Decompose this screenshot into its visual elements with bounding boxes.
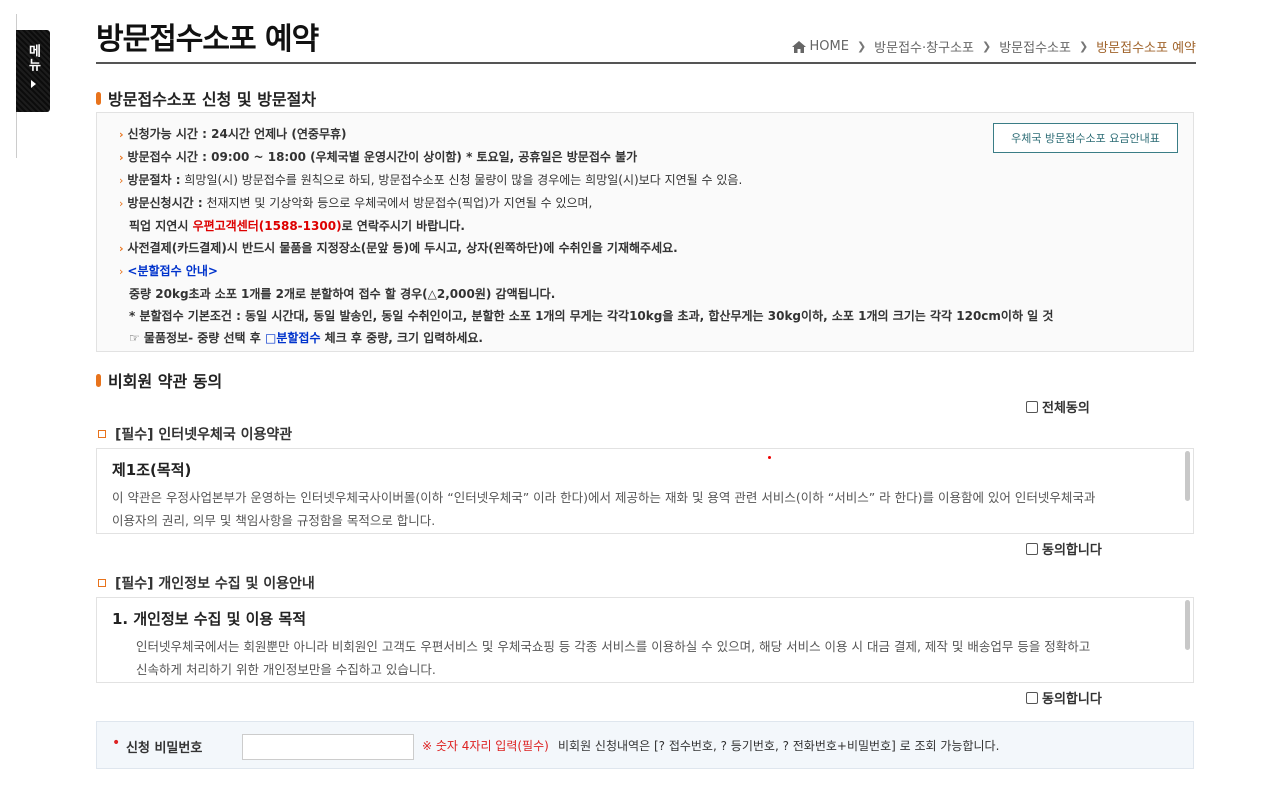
- page-title: 방문접수소포 예약: [96, 22, 319, 57]
- content-wrapper: 방문접수소포 예약 HOME ❯ 방문접수·창구소포 ❯ 방문접수소포 ❯ 방문…: [96, 0, 1196, 769]
- chevron-right-icon: ❯: [856, 40, 867, 53]
- chevron-right-icon: ❯: [981, 40, 992, 53]
- fee-guide-button[interactable]: 우체국 방문접수소포 요금안내표: [993, 123, 1178, 153]
- chevron-right-icon: ›: [119, 174, 124, 187]
- side-menu-label: 메뉴: [25, 44, 41, 72]
- terms-heading: 1. 개인정보 수집 및 이용 목적: [112, 610, 307, 628]
- section-title-text: 방문접수소포 신청 및 방문절차: [108, 90, 317, 109]
- page-header: 방문접수소포 예약 HOME ❯ 방문접수·창구소포 ❯ 방문접수소포 ❯ 방문…: [96, 0, 1196, 64]
- agree-service-terms-checkbox[interactable]: 동의합니다: [1026, 539, 1102, 558]
- scrollbar-thumb[interactable]: [1185, 600, 1190, 650]
- terms-text: 이용자의 권리, 의무 및 책임사항을 규정함을 목적으로 합니다.: [112, 513, 436, 528]
- chevron-right-icon: [30, 80, 36, 88]
- terms-text: 신속하게 처리하기 위한 개인정보만을 수집하고 있습니다.: [136, 662, 436, 677]
- terms-title-text: [필수] 인터넷우체국 이용약관: [115, 427, 293, 443]
- password-input[interactable]: [242, 734, 414, 760]
- required-icon: •: [112, 735, 121, 751]
- notice-line: › 방문신청시간 : 천재지변 및 기상악화 등으로 우체국에서 방문접수(픽업)…: [119, 196, 593, 210]
- password-label: 신청 비밀번호: [126, 741, 203, 756]
- breadcrumb-item[interactable]: 방문접수소포: [999, 37, 1071, 56]
- notice-line: * 분할접수 기본조건 : 동일 시간대, 동일 발송인, 동일 수취인이고, …: [129, 309, 1054, 323]
- chevron-right-icon: ❯: [1078, 40, 1089, 53]
- terms-text: 이 약관은 우정사업본부가 운영하는 인터넷우체국사이버몰(이하 “인터넷우체국…: [112, 490, 1096, 505]
- split-notice-heading: <분할접수 안내>: [127, 264, 218, 278]
- home-icon: [791, 40, 806, 53]
- notice-line: 픽업 지연시 우편고객센터(1588-1300)로 연락주시기 바랍니다.: [129, 219, 465, 233]
- notice-line: › 사전결제(카드결제)시 반드시 물품을 지정장소(문앞 등)에 두시고, 상자…: [119, 241, 678, 255]
- customer-center-text: 우편고객센터(1588-1300): [192, 219, 342, 233]
- chevron-right-icon: ›: [119, 128, 124, 141]
- password-row: • 신청 비밀번호 ※ 숫자 4자리 입력(필수) 비회원 신청내역은 [? 접…: [96, 721, 1194, 769]
- agree-privacy-checkbox[interactable]: 동의합니다: [1026, 688, 1102, 707]
- terms-heading: 제1조(목적): [112, 461, 192, 479]
- checkbox-icon[interactable]: [1026, 400, 1038, 413]
- chevron-right-icon: ›: [119, 265, 124, 278]
- red-dot-marker: [768, 456, 771, 459]
- notice-line: 중량 20kg초과 소포 1개를 2개로 분할하여 접수 할 경우(△2,000…: [129, 287, 556, 301]
- notice-line: › 방문절차 : 희망일(시) 방문접수를 원칙으로 하되, 방문접수소포 신청 …: [119, 173, 743, 187]
- terms-title-privacy: [필수] 개인정보 수집 및 이용안내: [98, 573, 315, 593]
- agree-all-label: 전체동의: [1042, 401, 1090, 416]
- square-bullet-icon: [98, 579, 106, 587]
- terms-text: 인터넷우체국에서는 회원뿐만 아니라 비회원인 고객도 우편서비스 및 우체국쇼…: [136, 639, 1091, 654]
- notice-line: › <분할접수 안내>: [119, 260, 1193, 283]
- agree-label: 동의합니다: [1042, 543, 1102, 558]
- notice-box: 우체국 방문접수소포 요금안내표 › 신청가능 시간 : 24시간 언제나 (연중…: [96, 112, 1194, 352]
- agree-all-checkbox[interactable]: 전체동의: [1026, 397, 1090, 416]
- chevron-right-icon: ›: [119, 151, 124, 164]
- side-menu-toggle[interactable]: 메뉴: [16, 30, 50, 112]
- bullet-icon: [96, 373, 101, 387]
- chevron-right-icon: ›: [119, 197, 124, 210]
- section-title-terms: 비회원 약관 동의: [96, 368, 222, 392]
- section-title-procedure: 방문접수소포 신청 및 방문절차: [96, 86, 316, 110]
- terms-box-service[interactable]: 제1조(목적) 이 약관은 우정사업본부가 운영하는 인터넷우체국사이버몰(이하…: [96, 448, 1194, 534]
- section-title-text: 비회원 약관 동의: [108, 372, 223, 391]
- chevron-right-icon: ›: [119, 242, 124, 255]
- checkbox-icon[interactable]: [1026, 542, 1038, 555]
- terms-title-text: [필수] 개인정보 수집 및 이용안내: [115, 576, 315, 592]
- terms-box-privacy[interactable]: 1. 개인정보 수집 및 이용 목적 인터넷우체국에서는 회원뿐만 아니라 비회…: [96, 597, 1194, 683]
- notice-line: ☞ 물품정보- 중량 선택 후 □분할접수 체크 후 중량, 크기 입력하세요.: [129, 331, 483, 345]
- breadcrumb-item[interactable]: 방문접수·창구소포: [874, 37, 974, 56]
- square-bullet-icon: [98, 430, 106, 438]
- password-hint: ※ 숫자 4자리 입력(필수): [422, 739, 549, 753]
- bullet-icon: [96, 91, 101, 105]
- breadcrumb-home[interactable]: HOME: [810, 39, 849, 54]
- terms-title-service: [필수] 인터넷우체국 이용약관: [98, 424, 292, 444]
- breadcrumb-current: 방문접수소포 예약: [1096, 41, 1196, 56]
- breadcrumb: HOME ❯ 방문접수·창구소포 ❯ 방문접수소포 ❯ 방문접수소포 예약: [791, 37, 1196, 56]
- agree-label: 동의합니다: [1042, 692, 1102, 707]
- scrollbar-thumb[interactable]: [1185, 451, 1190, 501]
- checkbox-icon[interactable]: [1026, 691, 1038, 704]
- password-info: 비회원 신청내역은 [? 접수번호, ? 등기번호, ? 전화번호+비밀번호] …: [558, 739, 1000, 753]
